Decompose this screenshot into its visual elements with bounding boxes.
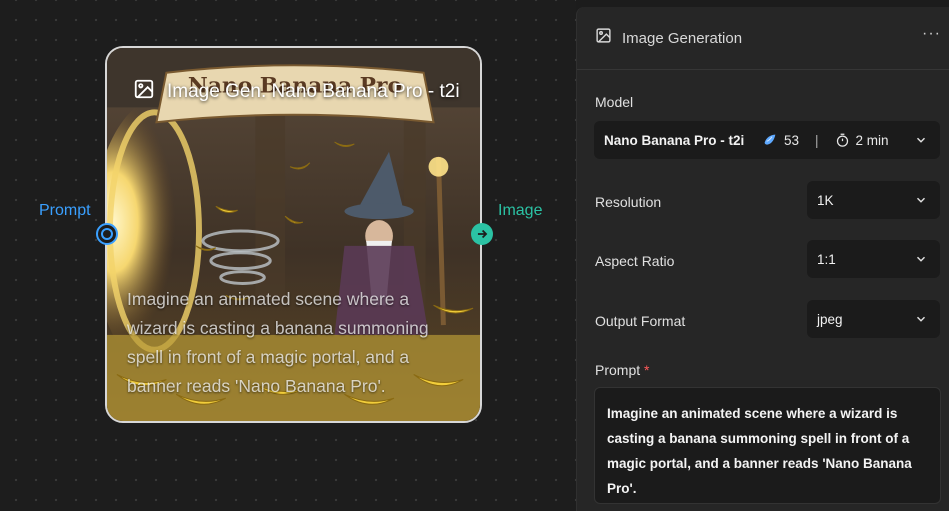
model-select[interactable]: Nano Banana Pro - t2i 53 | 2 min — [594, 121, 940, 159]
chevron-down-icon — [916, 256, 926, 262]
image-gen-node[interactable]: Nano Banana Pro Image Gen. Nano Banana P… — [105, 46, 482, 423]
model-meta: 53 | 2 min — [762, 121, 889, 159]
aspect-ratio-select[interactable]: 1:1 — [807, 240, 940, 278]
node-prompt-preview: Imagine an animated scene where a wizard… — [127, 285, 467, 401]
output-port-label: Image — [498, 202, 543, 219]
input-port[interactable] — [96, 223, 118, 245]
resolution-select[interactable]: 1K — [807, 181, 940, 219]
arrow-right-icon — [477, 229, 488, 239]
input-port-label: Prompt — [39, 202, 91, 219]
prompt-line: spell in front of a magic portal, and a — [127, 347, 410, 367]
prompt-textarea[interactable]: Imagine an animated scene where a wizard… — [594, 387, 941, 504]
prompt-label-text: Prompt — [595, 362, 641, 378]
prompt-label: Prompt * — [595, 362, 649, 378]
credit-drop-icon — [764, 134, 776, 145]
image-icon — [133, 78, 155, 106]
chevron-down-icon — [916, 316, 926, 322]
output-format-select[interactable]: jpeg — [807, 300, 940, 338]
prompt-line: Imagine an animated scene where a — [127, 289, 410, 309]
model-cost: 53 — [784, 132, 800, 148]
chevron-down-icon — [916, 197, 926, 203]
workflow-canvas[interactable]: Prompt Image Nano Banana Pro Image Gen. … — [0, 0, 576, 511]
image-icon — [595, 27, 612, 49]
panel-title: Image Generation — [622, 29, 743, 47]
output-format-label: Output Format — [595, 313, 686, 329]
resolution-label: Resolution — [595, 194, 662, 210]
node-title: Image Gen. Nano Banana Pro - t2i — [167, 81, 460, 102]
model-value: Nano Banana Pro - t2i — [604, 132, 745, 148]
aspect-ratio-label: Aspect Ratio — [595, 253, 675, 269]
aspect-ratio-value: 1:1 — [817, 251, 836, 267]
chevron-down-icon — [916, 137, 926, 143]
properties-panel: Image Generation ··· Model Nano Banana P… — [576, 7, 949, 511]
model-label: Model — [595, 94, 634, 110]
node-header: Image Gen. Nano Banana Pro - t2i — [133, 78, 460, 106]
panel-header: Image Generation ··· — [577, 7, 949, 70]
required-mark: * — [644, 362, 650, 378]
more-options-button[interactable]: ··· — [922, 25, 941, 43]
stopwatch-icon — [836, 133, 848, 147]
prompt-line: banner reads 'Nano Banana Pro'. — [127, 376, 386, 396]
resolution-value: 1K — [817, 192, 834, 208]
prompt-line: wizard is casting a banana summoning — [127, 318, 429, 338]
output-port[interactable] — [471, 223, 493, 245]
output-format-value: jpeg — [817, 311, 843, 327]
model-time: 2 min — [855, 132, 889, 148]
meta-separator: | — [815, 132, 819, 148]
